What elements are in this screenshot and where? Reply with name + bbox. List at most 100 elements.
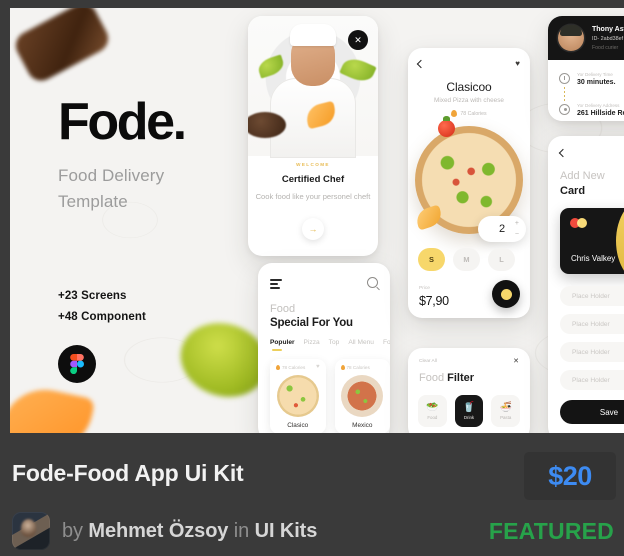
add-new-card-screen[interactable]: Add New Card ···· Chris Valkey Place Hol… <box>548 136 624 433</box>
avatar[interactable] <box>12 512 50 550</box>
price-label: Price <box>419 286 430 291</box>
figma-icon <box>58 345 96 384</box>
status-badge: FEATURED <box>488 518 614 544</box>
size-selector[interactable]: S M L <box>418 248 520 271</box>
calories-label: 78 Calories <box>282 365 306 370</box>
card-field-1[interactable]: Place Holder <box>560 286 624 306</box>
byline-text: by Mehmet Özsoy in UI Kits <box>62 520 317 543</box>
pizza-detail-screen[interactable]: ♥ Clasicoo Mixed Pizza with cheese 78 Ca… <box>408 48 530 318</box>
special-topbar <box>270 277 378 291</box>
card-field-4[interactable]: Place Holder <box>560 370 624 390</box>
list-item[interactable]: 78 Calories Mexico <box>334 359 390 433</box>
search-icon[interactable] <box>367 277 378 288</box>
byline-in: in <box>228 519 255 542</box>
tab-food[interactable]: Food <box>383 339 390 346</box>
calories-badge: 78 Calories <box>276 365 316 370</box>
food-name: Clasico <box>287 422 309 429</box>
tab-pizza[interactable]: Pizza <box>304 339 320 346</box>
hero-stat-screens: +23 Screens <box>58 290 127 303</box>
cart-icon[interactable] <box>492 280 520 308</box>
hero-title: Fode. <box>58 93 187 151</box>
size-option-l[interactable]: L <box>488 248 515 271</box>
card-holder-name: Chris Valkey <box>571 254 616 263</box>
byline-prefix: by <box>62 519 89 542</box>
filter-chip-label: Drink <box>463 414 475 420</box>
close-icon[interactable]: ✕ <box>348 30 368 50</box>
chevron-left-icon[interactable] <box>558 148 568 158</box>
save-button[interactable]: Save <box>560 400 624 424</box>
detail-topbar: ♥ <box>416 59 520 72</box>
detail-calories: 78 Calories <box>408 110 530 117</box>
chef-hat <box>290 24 336 46</box>
food-filter-screen[interactable]: Clear All ✕ Food Filter 🥗 Food 🥤 Drink 🍜… <box>408 348 530 433</box>
filter-chip-row: 🥗 Food 🥤 Drink 🍜 Pasta <box>418 395 521 427</box>
detail-subtitle: Mixed Pizza with cheese <box>434 97 504 104</box>
delivery-time-value: 30 minutes. <box>577 79 616 86</box>
filter-chip-label: Food <box>427 414 438 420</box>
quantity-stepper[interactable]: 2 + − <box>478 216 526 242</box>
hamburger-menu-icon[interactable] <box>270 279 282 291</box>
preview-image[interactable]: Fode. Food Delivery Template +23 Screens… <box>10 8 624 433</box>
hero-subtitle: Food Delivery Template <box>58 166 165 211</box>
hero-stats: +23 Screens +48 Component <box>58 290 258 323</box>
filter-chip-pasta[interactable]: 🍜 Pasta <box>491 395 521 427</box>
quantity-value: 2 <box>498 223 506 235</box>
food-thumbnail <box>276 375 319 417</box>
price-badge[interactable]: $20 <box>524 452 616 500</box>
category-link[interactable]: UI Kits <box>255 520 318 542</box>
special-for-you-screen[interactable]: Food Special For You Populer Pizza Top A… <box>258 263 390 433</box>
heart-icon[interactable]: ♥ <box>515 59 520 68</box>
delivery-time-label: Yor Delivery Time <box>577 72 613 77</box>
flame-icon <box>276 365 280 370</box>
page-title[interactable]: Fode-Food App Ui Kit <box>12 460 244 487</box>
size-option-s[interactable]: S <box>418 248 445 271</box>
tab-top[interactable]: Top <box>329 339 340 346</box>
detail-title: Clasicoo <box>446 80 492 94</box>
arrow-right-icon[interactable]: → <box>302 218 324 240</box>
courier-header: Thony Astc ID- 2abd38ef Food curier <box>548 16 624 60</box>
drink-can-icon: 🥤 <box>462 401 476 413</box>
close-icon[interactable]: ✕ <box>513 357 519 365</box>
size-option-m[interactable]: M <box>453 248 480 271</box>
chef-description: Cook food like your personel cheft <box>255 192 371 201</box>
mastercard-icon <box>570 218 588 228</box>
courier-role: Food curier <box>592 45 619 51</box>
heart-icon[interactable]: ♥ <box>316 364 320 370</box>
chef-tag: WELCOME <box>296 162 330 167</box>
tab-populer[interactable]: Populer <box>270 339 295 351</box>
delivery-tracking-screen[interactable]: Thony Astc ID- 2abd38ef Food curier Yor … <box>548 16 624 121</box>
price-value: $7,90 <box>419 294 449 308</box>
food-thumbnail <box>341 375 384 417</box>
chevron-left-icon[interactable] <box>416 59 426 69</box>
map-pin-icon <box>559 104 570 115</box>
flame-icon <box>340 365 345 370</box>
chef-onboarding-screen[interactable]: ✕ WELCOME Certified Chef Cook food like … <box>248 16 378 256</box>
tab-all-menu[interactable]: All Menu <box>348 339 374 346</box>
basil-leaf-right <box>339 54 377 86</box>
author-link[interactable]: Mehmet Özsoy <box>88 520 228 542</box>
add-card-kicker: Add New <box>560 170 605 182</box>
special-title: Special For You <box>270 317 353 329</box>
card-field-3[interactable]: Place Holder <box>560 342 624 362</box>
hero-stat-components: +48 Component <box>58 311 146 324</box>
list-item[interactable]: ♥ 78 Calories Clasico <box>270 359 326 433</box>
minus-icon[interactable]: − <box>515 231 519 238</box>
delivery-address-value: 261 Hillside Road <box>577 110 624 117</box>
chef-title: Certified Chef <box>281 174 345 185</box>
filter-title-light: Food <box>419 372 448 384</box>
clear-all-button[interactable]: Clear All <box>419 359 437 364</box>
plus-icon[interactable]: + <box>515 220 519 227</box>
filter-chip-food[interactable]: 🥗 Food <box>418 395 447 427</box>
quantity-buttons[interactable]: + − <box>515 220 519 238</box>
filter-chip-label: Pasta <box>500 414 512 420</box>
card-field-2[interactable]: Place Holder <box>560 314 624 334</box>
basil-leaf-left <box>256 54 286 79</box>
filter-chip-drink[interactable]: 🥤 Drink <box>454 395 484 427</box>
pasta-bowl-icon: 🍜 <box>499 401 512 413</box>
filter-title-bold: Filter <box>447 372 475 384</box>
avatar <box>558 25 584 51</box>
byline: by Mehmet Özsoy in UI Kits <box>12 512 317 550</box>
credit-card[interactable]: ···· Chris Valkey <box>560 208 624 274</box>
filter-title: Food Filter <box>419 372 474 384</box>
calories-label: 78 Calories <box>460 110 487 117</box>
